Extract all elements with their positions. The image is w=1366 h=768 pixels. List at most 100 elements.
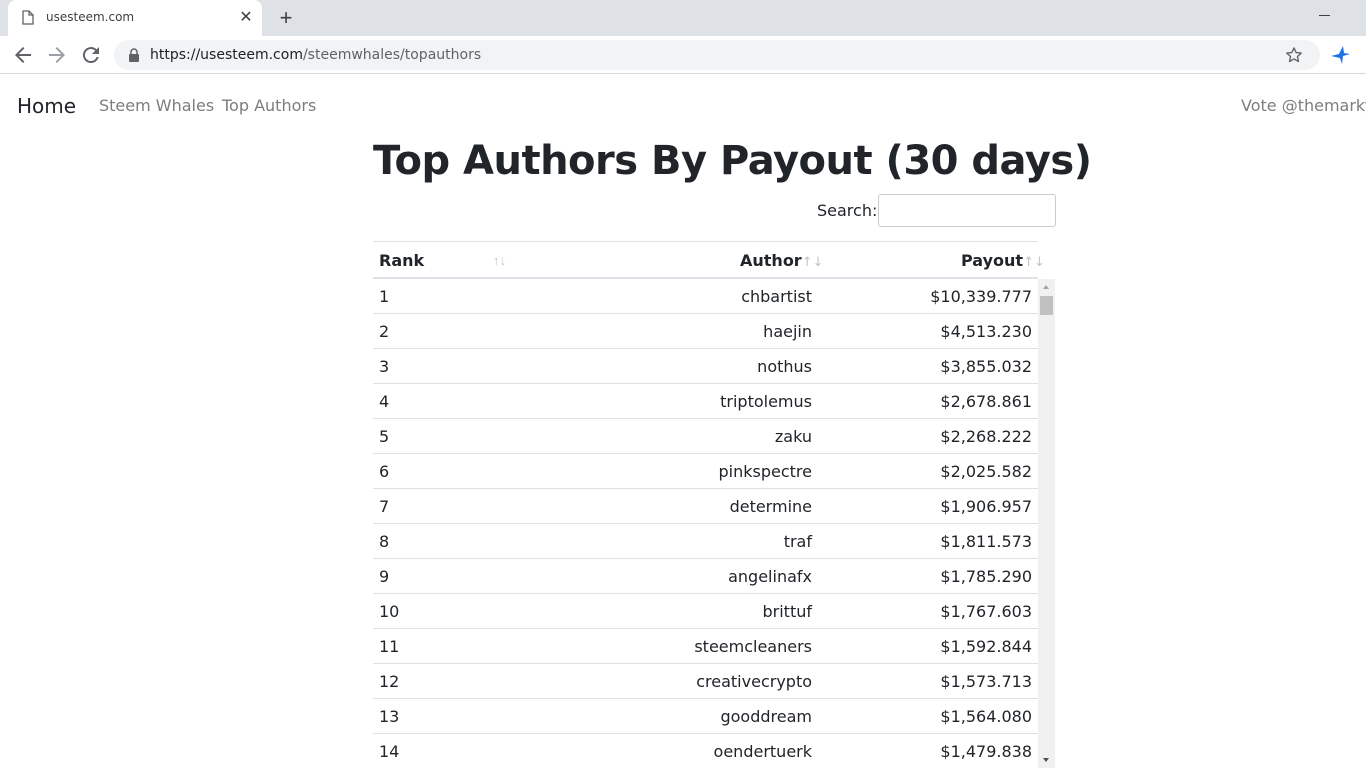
author-cell: creativecrypto (696, 672, 812, 691)
authors-table: Rank ↑↓ Author↑↓ Payout↑↓ 1 chbartist $10,… (373, 241, 1057, 768)
page-icon (22, 10, 34, 25)
site-navbar: Home Steem Whales Top Authors Vote @them… (0, 75, 1366, 135)
table-row: 2 haejin $4,513.230 (373, 314, 1038, 349)
rank-cell: 8 (379, 532, 390, 551)
tab-close-icon[interactable]: ✕ (236, 8, 256, 28)
payout-cell: $1,592.844 (940, 637, 1032, 656)
rank-cell: 3 (379, 357, 390, 376)
rank-cell: 7 (379, 497, 390, 516)
lock-icon (129, 48, 139, 62)
scroll-up-arrow-icon[interactable] (1038, 279, 1055, 296)
reload-icon (82, 47, 99, 64)
author-cell: steemcleaners (694, 637, 812, 656)
search-label: Search: (817, 201, 878, 220)
payout-cell: $1,906.957 (940, 497, 1032, 516)
payout-cell: $2,025.582 (940, 462, 1032, 481)
extension-icon[interactable] (1328, 43, 1352, 67)
page-title: Top Authors By Payout (30 days) (373, 138, 1092, 184)
payout-cell: $10,339.777 (930, 287, 1032, 306)
rank-cell: 11 (379, 637, 400, 656)
column-header-payout[interactable]: Payout↑↓ (961, 251, 1045, 270)
table-row: 12 creativecrypto $1,573.713 (373, 664, 1038, 699)
browser-tab-strip: usesteem.com ✕ + (0, 0, 1366, 36)
author-cell: nothus (757, 357, 812, 376)
payout-cell: $1,811.573 (940, 532, 1032, 551)
star-icon[interactable] (1284, 45, 1304, 65)
payout-cell: $1,785.290 (940, 567, 1032, 586)
author-cell: chbartist (741, 287, 812, 306)
browser-toolbar: https://usesteem.com/steemwhales/topauth… (0, 36, 1366, 74)
table-row: 1 chbartist $10,339.777 (373, 279, 1038, 314)
rank-cell: 14 (379, 742, 400, 761)
rank-cell: 4 (379, 392, 390, 411)
tab-title: usesteem.com (46, 10, 135, 24)
nav-link-top-authors[interactable]: Top Authors (222, 96, 316, 115)
author-cell: pinkspectre (718, 462, 812, 481)
table-row: 8 traf $1,811.573 (373, 524, 1038, 559)
rank-cell: 6 (379, 462, 390, 481)
column-header-rank[interactable]: Rank (379, 251, 424, 270)
column-header-label: Payout (961, 251, 1024, 270)
rank-cell: 10 (379, 602, 400, 621)
table-row: 6 pinkspectre $2,025.582 (373, 454, 1038, 489)
author-cell: determine (729, 497, 812, 516)
table-header: Rank ↑↓ Author↑↓ Payout↑↓ (373, 241, 1045, 279)
column-header-author[interactable]: Author↑↓ (740, 251, 824, 270)
column-header-label: Rank (379, 251, 425, 270)
author-cell: oendertuerk (713, 742, 812, 761)
author-cell: triptolemus (720, 392, 812, 411)
payout-cell: $3,855.032 (940, 357, 1032, 376)
column-header-label: Author (740, 251, 802, 270)
forward-button[interactable] (45, 43, 69, 67)
table-row: 3 nothus $3,855.032 (373, 349, 1038, 384)
rank-cell: 12 (379, 672, 400, 691)
table-row: 10 brittuf $1,767.603 (373, 594, 1038, 629)
table-row: 14 oendertuerk $1,479.838 (373, 734, 1038, 768)
sort-icon: ↑↓ (1023, 255, 1045, 270)
search-input[interactable] (878, 194, 1056, 227)
table-scrollbar[interactable] (1038, 279, 1055, 768)
table-row: 11 steemcleaners $1,592.844 (373, 629, 1038, 664)
arrow-right-icon (49, 47, 65, 63)
nav-link-steem-whales[interactable]: Steem Whales (99, 96, 214, 115)
sort-icon[interactable]: ↑↓ (493, 253, 506, 268)
payout-cell: $1,573.713 (940, 672, 1032, 691)
table-body: 1 chbartist $10,339.777 2 haejin $4,513.230 3 n… (373, 279, 1038, 768)
author-cell: angelinafx (728, 567, 812, 586)
reload-button[interactable] (79, 43, 103, 67)
rank-cell: 1 (379, 287, 390, 306)
payout-cell: $1,479.838 (940, 742, 1032, 761)
vote-link[interactable]: Vote @themarkymark (1241, 96, 1366, 115)
author-cell: brittuf (762, 602, 813, 621)
sort-icon: ↑↓ (801, 255, 824, 270)
scroll-down-arrow-icon[interactable] (1038, 751, 1055, 768)
table-row: 4 triptolemus $2,678.861 (373, 384, 1038, 419)
table-row: 7 determine $1,906.957 (373, 489, 1038, 524)
url-host: https://usesteem.com (150, 47, 303, 63)
payout-cell: $1,767.603 (940, 602, 1032, 621)
back-button[interactable] (11, 43, 35, 67)
payout-cell: $2,678.861 (940, 392, 1032, 411)
scroll-thumb[interactable] (1040, 296, 1053, 315)
payout-cell: $4,513.230 (940, 322, 1032, 341)
address-bar[interactable]: https://usesteem.com/steemwhales/topauth… (114, 40, 1320, 70)
url-text: https://usesteem.com/steemwhales/topauth… (150, 47, 481, 63)
home-link[interactable]: Home (17, 94, 76, 118)
table-row: 9 angelinafx $1,785.290 (373, 559, 1038, 594)
new-tab-button[interactable]: + (274, 6, 298, 30)
payout-cell: $2,268.222 (940, 427, 1032, 446)
table-row: 5 zaku $2,268.222 (373, 419, 1038, 454)
rank-cell: 5 (379, 427, 390, 446)
minimize-window-button[interactable] (1314, 8, 1336, 24)
author-cell: traf (783, 532, 812, 551)
author-cell: gooddream (720, 707, 812, 726)
payout-cell: $1,564.080 (940, 707, 1032, 726)
rank-cell: 13 (379, 707, 400, 726)
arrow-left-icon (15, 47, 31, 63)
table-row: 13 gooddream $1,564.080 (373, 699, 1038, 734)
url-path: /steemwhales/topauthors (302, 47, 482, 63)
browser-tab[interactable]: usesteem.com ✕ (8, 0, 262, 36)
author-cell: zaku (774, 427, 812, 446)
rank-cell: 2 (379, 322, 390, 341)
rank-cell: 9 (379, 567, 390, 586)
